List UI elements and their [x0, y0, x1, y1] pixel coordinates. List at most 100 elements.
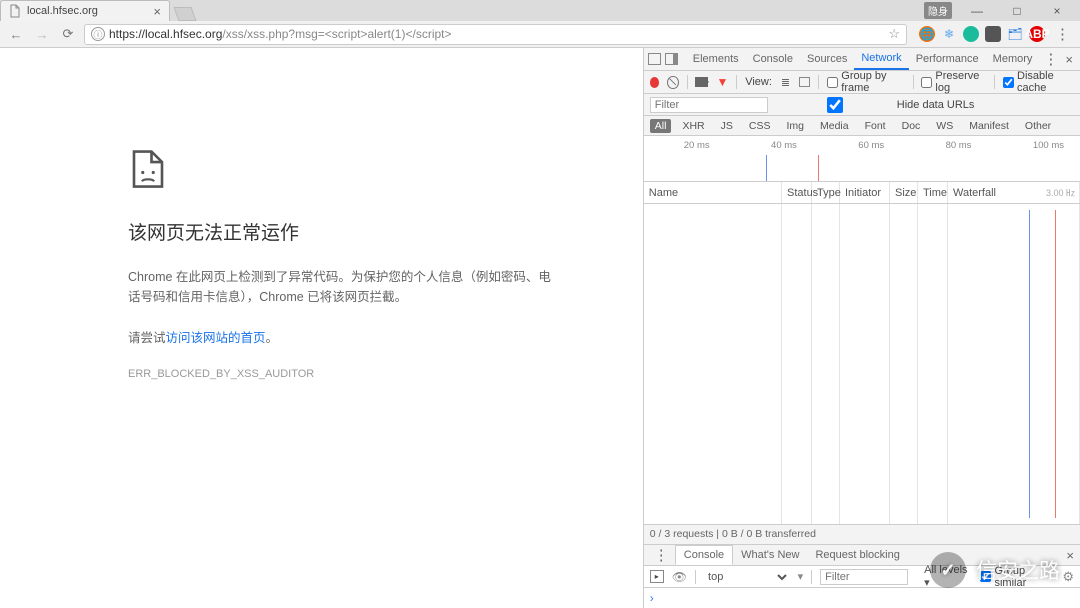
col-time[interactable]: Time	[918, 182, 948, 203]
filter-type-doc[interactable]: Doc	[897, 119, 926, 133]
tab-favicon	[9, 4, 21, 18]
filter-type-xhr[interactable]: XHR	[677, 119, 709, 133]
watermark: ✓ 信安之路	[930, 552, 1060, 588]
console-settings-icon[interactable]: ⚙	[1062, 569, 1074, 585]
network-table-body	[644, 204, 1080, 525]
col-size[interactable]: Size	[890, 182, 918, 203]
extension-icons: 🌐 ❄ 🗂 ABP	[919, 26, 1045, 42]
site-info-icon[interactable]: ⓘ	[91, 27, 105, 41]
hide-data-urls-checkbox[interactable]: Hide data URLs	[776, 97, 975, 113]
error-page: 该网页无法正常运作 Chrome 在此网页上检测到了异常代码。为保护您的个人信息…	[0, 48, 643, 608]
tab-title: local.hfsec.org	[27, 5, 98, 17]
timeline-tick: 20 ms	[684, 140, 710, 151]
extension-icon[interactable]: 🗂	[1007, 26, 1023, 42]
group-by-frame-checkbox[interactable]: Group by frame	[827, 70, 904, 94]
sad-document-icon	[128, 148, 168, 190]
console-filter-input[interactable]	[820, 569, 908, 585]
drawer-more-button[interactable]: ⋮	[654, 546, 669, 564]
window-close-button[interactable]: ×	[1042, 0, 1072, 21]
address-bar: ← → ⟳ ⓘ https://local.hfsec.org/xss/xss.…	[0, 21, 1080, 48]
filter-type-all[interactable]: All	[650, 119, 672, 133]
filter-type-other[interactable]: Other	[1020, 119, 1056, 133]
devtools-more-button[interactable]: ⋮	[1043, 50, 1058, 68]
device-toolbar-icon[interactable]	[665, 53, 678, 65]
drawer-tab-console[interactable]: Console	[675, 545, 733, 565]
devtools-tab-performance[interactable]: Performance	[909, 48, 986, 70]
preserve-log-checkbox[interactable]: Preserve log	[921, 70, 986, 94]
back-button[interactable]: ←	[6, 24, 26, 44]
devtools-tab-sources[interactable]: Sources	[800, 48, 854, 70]
network-status-bar: 0 / 3 requests | 0 B / 0 B transferred	[644, 525, 1080, 545]
extension-icon[interactable]: 🌐	[919, 26, 935, 42]
network-filter-row: Hide data URLs	[644, 94, 1080, 116]
console-prompt[interactable]: ›	[644, 588, 1080, 608]
timeline-tick: 60 ms	[858, 140, 884, 151]
forward-button[interactable]: →	[32, 24, 52, 44]
col-type[interactable]: Type	[812, 182, 840, 203]
tab-strip: local.hfsec.org × 隐身 — □ ×	[0, 0, 1080, 21]
col-name[interactable]: Name	[644, 182, 782, 203]
col-initiator[interactable]: Initiator	[840, 182, 890, 203]
filter-type-manifest[interactable]: Manifest	[964, 119, 1014, 133]
overview-icon[interactable]	[799, 77, 810, 87]
col-waterfall[interactable]: Waterfall3.00 ㎐	[948, 182, 1080, 203]
context-selector[interactable]: top	[704, 570, 790, 584]
url-scheme: https://	[109, 27, 145, 41]
filter-type-img[interactable]: Img	[781, 119, 809, 133]
window-minimize-button[interactable]: —	[962, 0, 992, 21]
console-sidebar-toggle[interactable]: ▸	[650, 570, 664, 583]
url-path: /xss/xss.php?msg=<script>alert(1)</scrip…	[222, 27, 451, 41]
visit-homepage-link[interactable]: 访问该网站的首页	[166, 331, 266, 345]
window-maximize-button[interactable]: □	[1002, 0, 1032, 21]
bookmark-star-icon[interactable]: ☆	[888, 26, 900, 42]
live-expression-icon[interactable]: 👁	[672, 570, 687, 584]
omnibox[interactable]: ⓘ https://local.hfsec.org/xss/xss.php?ms…	[84, 24, 907, 45]
network-table-header: Name Status Type Initiator Size Time Wat…	[644, 182, 1080, 204]
error-message: Chrome 在此网页上检测到了异常代码。为保护您的个人信息（例如密码、电话号码…	[128, 267, 558, 307]
network-timeline[interactable]: 20 ms 40 ms 60 ms 80 ms 100 ms	[644, 136, 1080, 182]
new-tab-button[interactable]	[173, 7, 196, 21]
extension-icon[interactable]: ❄	[941, 26, 957, 42]
record-button[interactable]	[650, 77, 659, 88]
devtools-tabs: ElementsConsoleSourcesNetworkPerformance…	[644, 48, 1080, 71]
filter-type-media[interactable]: Media	[815, 119, 854, 133]
devtools-tab-elements[interactable]: Elements	[686, 48, 746, 70]
drawer-close-button[interactable]: ×	[1066, 548, 1074, 563]
devtools-panel: ElementsConsoleSourcesNetworkPerformance…	[643, 48, 1080, 608]
filter-toggle-icon[interactable]: ▼	[716, 76, 728, 89]
tab-close-button[interactable]: ×	[153, 4, 161, 19]
chrome-menu-button[interactable]: ⋮	[1055, 25, 1070, 43]
url-host: local.hfsec.org	[145, 27, 222, 41]
timeline-tick: 100 ms	[1033, 140, 1064, 151]
disable-cache-checkbox[interactable]: Disable cache	[1003, 70, 1074, 94]
watermark-text: 信安之路	[976, 555, 1060, 585]
col-status[interactable]: Status	[782, 182, 812, 203]
filter-type-css[interactable]: CSS	[744, 119, 776, 133]
timeline-tick: 80 ms	[946, 140, 972, 151]
error-suggestion: 请尝试访问该网站的首页。	[128, 327, 643, 346]
screenshot-icon[interactable]	[695, 76, 708, 89]
reload-button[interactable]: ⟳	[58, 24, 78, 44]
error-code: ERR_BLOCKED_BY_XSS_AUDITOR	[128, 368, 643, 380]
extension-icon[interactable]	[963, 26, 979, 42]
drawer-tab-request-blocking[interactable]: Request blocking	[807, 545, 907, 565]
devtools-close-button[interactable]: ×	[1062, 52, 1076, 67]
devtools-tab-network[interactable]: Network	[854, 48, 908, 70]
network-toolbar: ▼ View: ≣ Group by frame Preserve log Di…	[644, 71, 1080, 94]
filter-type-js[interactable]: JS	[716, 119, 738, 133]
clear-button[interactable]	[667, 76, 678, 89]
devtools-tab-console[interactable]: Console	[746, 48, 800, 70]
filter-type-font[interactable]: Font	[860, 119, 891, 133]
filter-type-ws[interactable]: WS	[931, 119, 958, 133]
inspect-element-icon[interactable]	[648, 53, 661, 65]
large-rows-icon[interactable]: ≣	[780, 76, 791, 89]
drawer-tab-what-s-new[interactable]: What's New	[733, 545, 807, 565]
network-filter-input[interactable]	[650, 97, 768, 113]
devtools-tab-memory[interactable]: Memory	[986, 48, 1040, 70]
incognito-badge: 隐身	[924, 2, 952, 19]
view-label: View:	[745, 76, 772, 88]
timeline-tick: 40 ms	[771, 140, 797, 151]
browser-tab[interactable]: local.hfsec.org ×	[0, 0, 170, 21]
extension-icon[interactable]	[985, 26, 1001, 42]
adblock-icon[interactable]: ABP	[1029, 26, 1045, 42]
